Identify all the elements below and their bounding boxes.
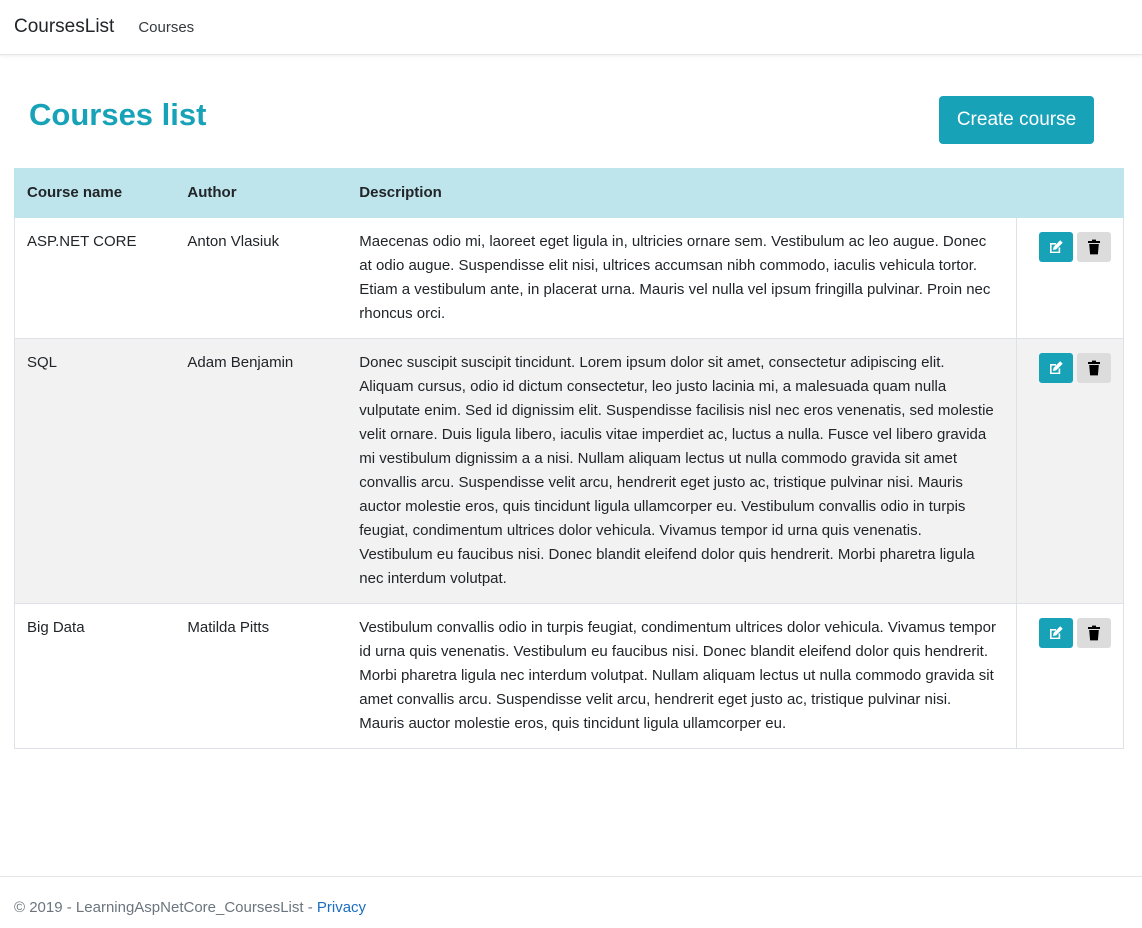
actions-cell	[1016, 603, 1124, 749]
edit-icon	[1050, 361, 1063, 374]
author-cell: Matilda Pitts	[175, 603, 348, 749]
description-cell: Donec suscipit suscipit tincidunt. Lorem…	[347, 338, 1017, 604]
description-cell: Maecenas odio mi, laoreet eget ligula in…	[347, 217, 1017, 339]
footer: © 2019 - LearningAspNetCore_CoursesList …	[0, 876, 1142, 928]
trash-icon	[1088, 625, 1100, 641]
delete-button[interactable]	[1077, 618, 1111, 648]
edit-icon	[1050, 626, 1063, 639]
course-name-cell: Big Data	[14, 603, 176, 749]
actions-cell	[1016, 217, 1124, 339]
nav-link-courses[interactable]: Courses	[138, 19, 194, 36]
brand-link[interactable]: CoursesList	[14, 16, 114, 38]
course-name-cell: SQL	[14, 338, 176, 604]
actions-cell	[1016, 338, 1124, 604]
edit-button[interactable]	[1039, 232, 1073, 262]
table-header-row: Course name Author Description	[14, 168, 1124, 218]
edit-icon	[1050, 240, 1063, 253]
column-header-actions	[1016, 168, 1124, 218]
column-header-description: Description	[347, 168, 1017, 218]
table-row: SQL Adam Benjamin Donec suscipit suscipi…	[14, 338, 1124, 604]
column-header-course-name: Course name	[14, 168, 176, 218]
table-row: ASP.NET CORE Anton Vlasiuk Maecenas odio…	[14, 217, 1124, 339]
delete-button[interactable]	[1077, 232, 1111, 262]
description-cell: Vestibulum convallis odio in turpis feug…	[347, 603, 1017, 749]
author-cell: Adam Benjamin	[175, 338, 348, 604]
trash-icon	[1088, 239, 1100, 255]
courses-table: Course name Author Description ASP.NET C…	[14, 168, 1124, 749]
footer-copyright: © 2019 - LearningAspNetCore_CoursesList …	[14, 899, 317, 916]
edit-button[interactable]	[1039, 618, 1073, 648]
course-name-cell: ASP.NET CORE	[14, 217, 176, 339]
table-row: Big Data Matilda Pitts Vestibulum conval…	[14, 603, 1124, 749]
column-header-author: Author	[175, 168, 348, 218]
trash-icon	[1088, 360, 1100, 376]
privacy-link[interactable]: Privacy	[317, 899, 366, 916]
create-course-button[interactable]: Create course	[939, 96, 1094, 144]
edit-button[interactable]	[1039, 353, 1073, 383]
navbar: CoursesList Courses	[0, 0, 1142, 55]
delete-button[interactable]	[1077, 353, 1111, 383]
page-title: Courses list	[29, 97, 207, 132]
author-cell: Anton Vlasiuk	[175, 217, 348, 339]
